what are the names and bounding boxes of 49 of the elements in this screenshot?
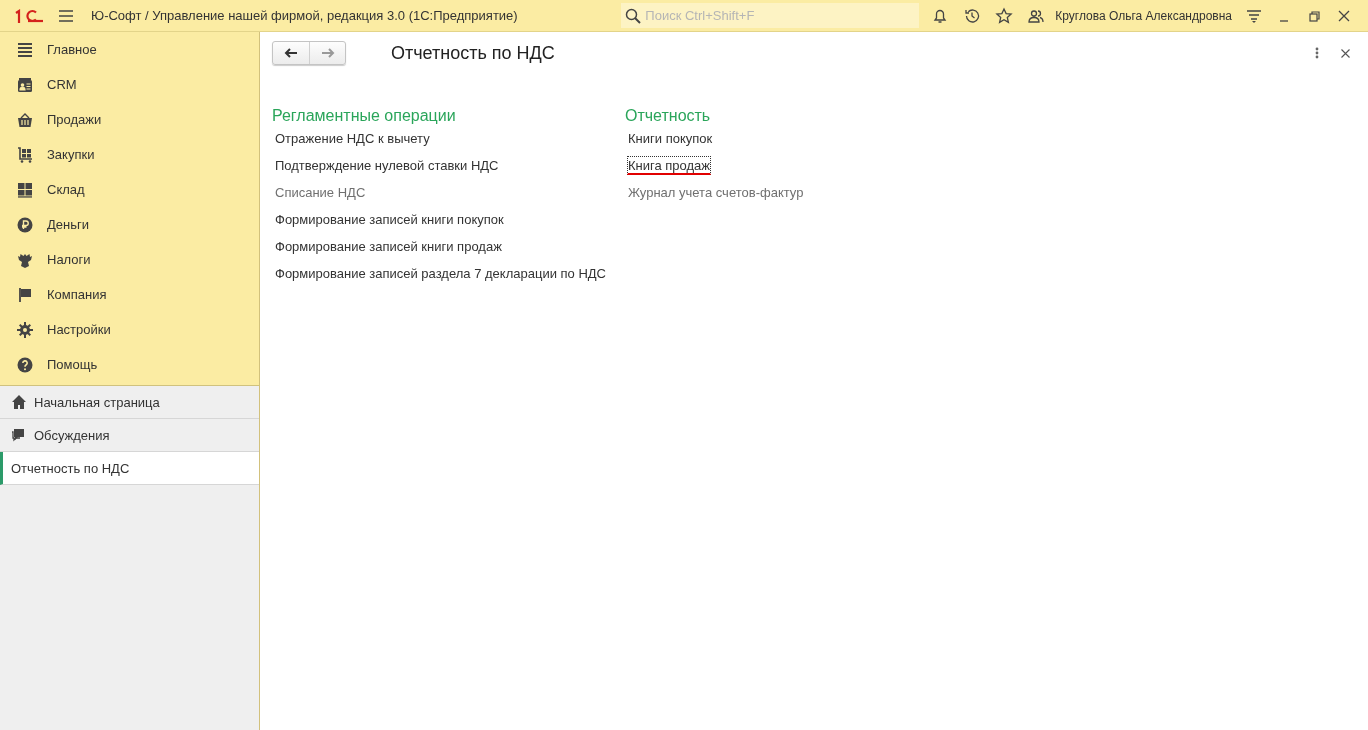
filter-menu-icon[interactable] <box>1246 8 1262 23</box>
menu-icon[interactable] <box>58 8 74 23</box>
section-item[interactable]: Закупки <box>0 137 259 172</box>
command-link[interactable]: Подтверждение нулевой ставки НДС <box>274 156 500 175</box>
eagle-icon <box>17 251 33 268</box>
command-link[interactable]: Книга продаж <box>627 156 712 175</box>
more-icon[interactable] <box>1315 47 1319 59</box>
history-icon[interactable] <box>963 6 982 25</box>
section-item[interactable]: Продажи <box>0 102 259 137</box>
group-title: Регламентные операции <box>272 107 456 125</box>
window-title: Ю-Софт / Управление нашей фирмой, редакция 3.0 (1С:Предприятие) <box>91 8 518 23</box>
form-title: Отчетность по НДС <box>391 42 555 64</box>
section-item[interactable]: Налоги <box>0 242 259 277</box>
close-icon[interactable] <box>1341 48 1350 58</box>
open-window-tab[interactable]: Отчетность по НДС <box>0 452 259 485</box>
section-item[interactable]: Главное <box>0 32 259 67</box>
cart-icon <box>17 146 33 163</box>
section-item[interactable]: Склад <box>0 172 259 207</box>
grid-icon <box>17 181 33 198</box>
home-icon <box>11 394 27 410</box>
star-icon[interactable] <box>995 6 1014 25</box>
command-link[interactable]: Списание НДС <box>274 183 367 202</box>
logo-icon <box>14 8 44 23</box>
arrow-right-icon <box>320 48 335 58</box>
command-link[interactable]: Книги покупок <box>627 129 714 148</box>
restore-icon[interactable] <box>1306 8 1322 23</box>
command-link[interactable]: Формирование записей раздела 7 декларации по НДС <box>274 264 607 283</box>
user-name[interactable]: Круглова Ольга Александровна <box>1055 8 1232 23</box>
basket-icon <box>17 111 33 128</box>
section-item[interactable]: Деньги <box>0 207 259 242</box>
contact-card-icon <box>17 76 33 93</box>
speech-bubbles-icon <box>11 427 27 443</box>
arrow-left-icon <box>284 48 298 58</box>
section-item[interactable]: Помощь <box>0 347 259 382</box>
close-icon[interactable] <box>1336 8 1352 23</box>
command-link[interactable]: Формирование записей книги покупок <box>274 210 505 229</box>
group-title: Отчетность <box>625 107 711 125</box>
menu-icon <box>17 41 33 58</box>
section-item[interactable]: Компания <box>0 277 259 312</box>
ruble-coin-icon <box>17 216 33 233</box>
settings-icon <box>17 321 33 338</box>
section-item[interactable]: CRM <box>0 67 259 102</box>
flag-icon <box>17 286 33 303</box>
command-link[interactable]: Формирование записей книги продаж <box>274 237 503 256</box>
help-icon <box>17 356 33 373</box>
search-field[interactable]: Поиск Ctrl+Shift+F <box>621 3 920 28</box>
command-link[interactable]: Отражение НДС к вычету <box>274 129 431 148</box>
section-item[interactable]: Настройки <box>0 312 259 347</box>
command-link[interactable]: Журнал учета счетов-фактур <box>627 183 805 202</box>
